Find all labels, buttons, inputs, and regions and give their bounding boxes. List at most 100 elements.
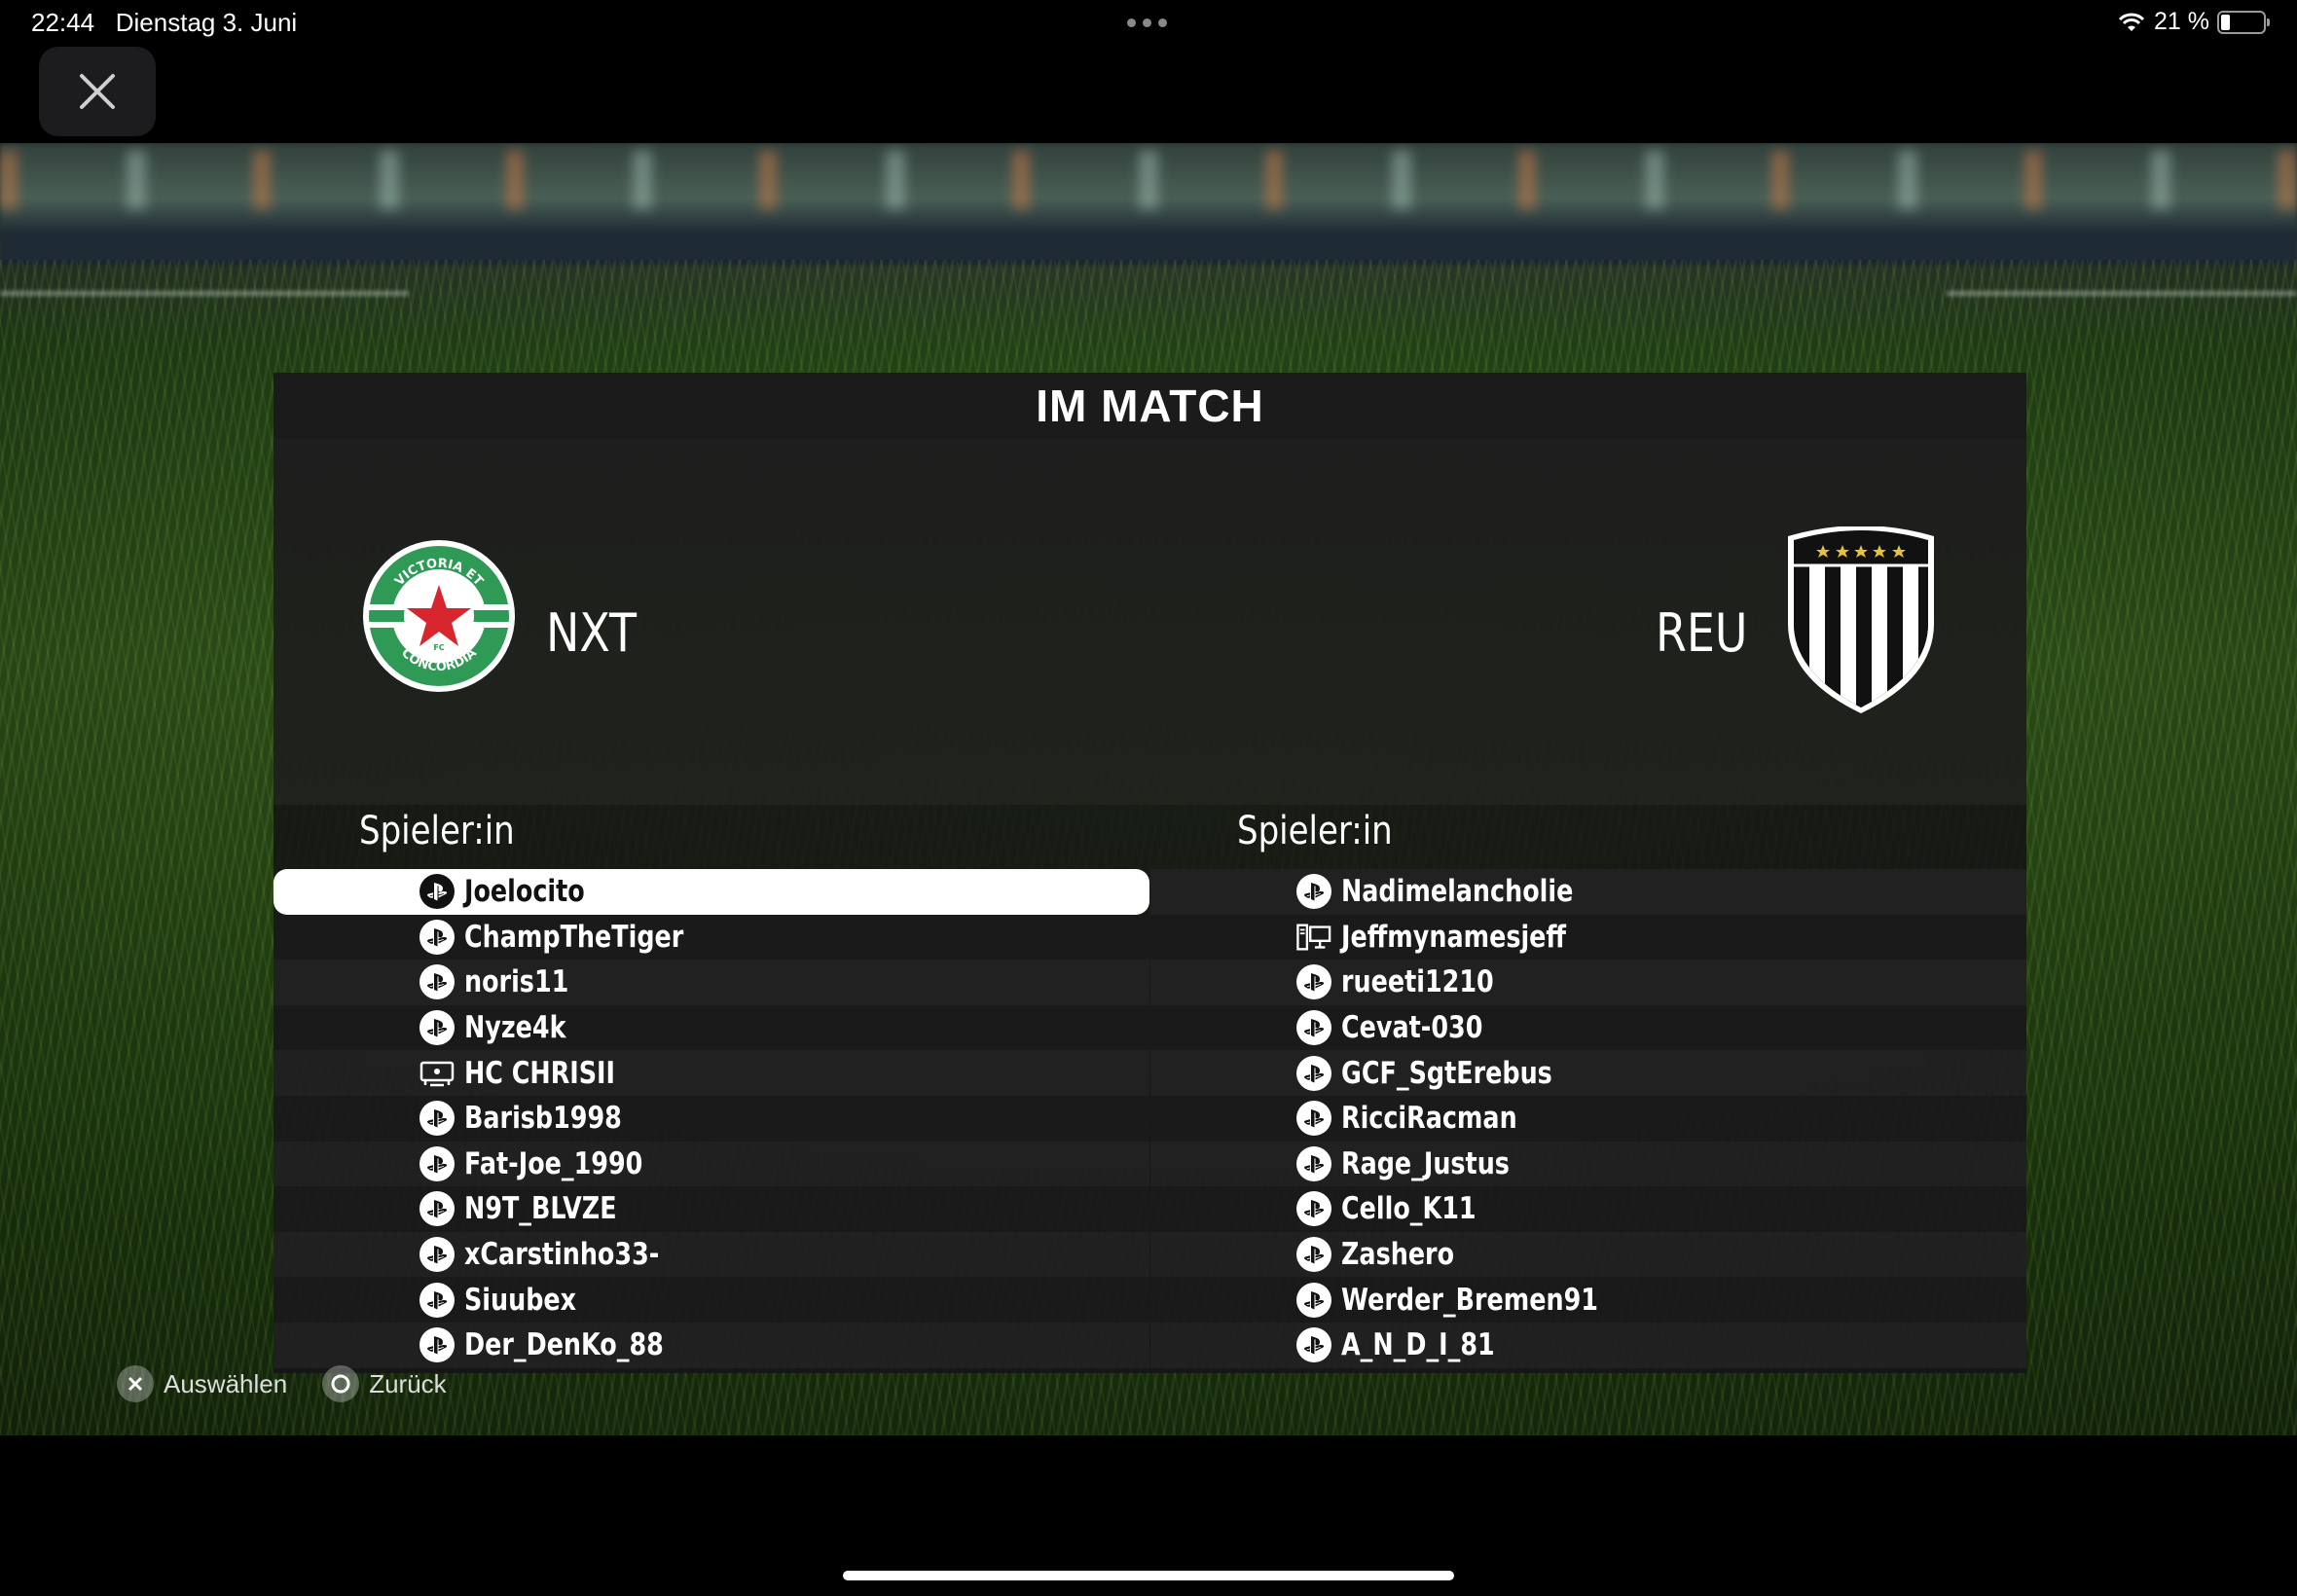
select-hint-label: Auswählen [164,1368,288,1398]
home-player-row[interactable]: xCarstinho33- [273,1231,1149,1278]
playstation-icon [1296,874,1331,910]
away-player-row[interactable]: Nadimelancholie [1150,869,2026,915]
away-player-row[interactable]: Jeffmynamesjeff [1150,914,2026,961]
status-time-date: 22:44 Dienstag 3. Juni [31,8,297,38]
panel-title: IM MATCH [1036,381,1264,431]
teams-header: FC VICTORIA ET CONCORDIA NXT REU [273,439,2026,805]
player-name: ChampTheTiger [464,919,684,955]
away-player-row[interactable]: Cevat-030 [1150,1004,2026,1051]
pc-icon [1296,920,1331,955]
away-team-crest [1788,526,1934,713]
away-column-header: Spieler:in [1237,809,1393,853]
playstation-icon [419,1327,455,1363]
away-player-row[interactable]: RicciRacman [1150,1095,2026,1142]
player-name: HC CHRISII [464,1055,615,1091]
player-name: Jeffmynamesjeff [1341,919,1567,955]
home-column-header: Spieler:in [359,809,515,853]
crowd-background [0,151,2297,209]
status-time: 22:44 [31,8,95,37]
away-player-row[interactable]: A_N_D_I_81 [1150,1322,2026,1368]
select-hint[interactable]: Auswählen [117,1365,287,1402]
home-player-row[interactable]: Nyze4k [273,1004,1149,1051]
home-player-row[interactable]: Der_DenKo_88 [273,1322,1149,1368]
home-player-row[interactable]: HC CHRISII [273,1050,1149,1096]
playstation-icon [1296,1055,1331,1091]
back-hint-label: Zurück [369,1368,447,1398]
home-player-row[interactable]: Joelocito [273,869,1149,915]
playstation-icon [1296,1327,1331,1363]
status-bar: 22:44 Dienstag 3. Juni 21 % [0,0,2297,47]
home-indicator[interactable] [843,1571,1454,1580]
game-screen: IM MATCH FC VICTORIA ET CONCORDIA NXT RE… [0,143,2297,1435]
player-name: Fat-Joe_1990 [464,1145,643,1181]
home-player-row[interactable]: ChampTheTiger [273,914,1149,961]
away-player-row[interactable]: Zashero [1150,1231,2026,1278]
playstation-icon [419,964,455,1000]
playstation-icon [1296,1145,1331,1181]
home-player-row[interactable]: N9T_BLVZE [273,1186,1149,1232]
button-hints: Auswählen Zurück [117,1365,447,1402]
player-name: Nyze4k [464,1010,566,1046]
playstation-icon [1296,1191,1331,1227]
panel-header: IM MATCH [273,373,2026,439]
player-name: Cello_K11 [1341,1191,1477,1227]
playstation-icon [419,874,455,910]
playstation-icon [1296,1282,1331,1318]
home-player-row[interactable]: Barisb1998 [273,1095,1149,1142]
player-name: rueeti1210 [1341,964,1494,1000]
player-name: N9T_BLVZE [464,1191,617,1227]
player-name: Werder_Bremen91 [1341,1282,1598,1318]
home-team-crest: FC VICTORIA ET CONCORDIA [363,540,515,692]
player-name: Cevat-030 [1341,1010,1483,1046]
away-player-row[interactable]: GCF_SgtErebus [1150,1050,2026,1096]
playstation-icon [1296,1101,1331,1137]
status-date: Dienstag 3. Juni [115,8,298,37]
player-name: Rage_Justus [1341,1145,1510,1181]
home-player-row[interactable]: noris11 [273,960,1149,1005]
multitasking-dots-icon[interactable] [1127,18,1167,27]
player-name: Joelocito [464,874,585,910]
away-player-row[interactable]: rueeti1210 [1150,960,2026,1005]
player-name: GCF_SgtErebus [1341,1055,1552,1091]
player-name: RicciRacman [1341,1101,1517,1137]
home-player-row[interactable]: Fat-Joe_1990 [273,1141,1149,1187]
playstation-icon [419,1145,455,1181]
player-name: Siuubex [464,1282,577,1318]
playstation-icon [1296,1237,1331,1273]
away-player-row[interactable]: Cello_K11 [1150,1186,2026,1232]
wifi-icon [2118,13,2145,31]
status-indicators: 21 % [2117,8,2270,36]
away-player-row[interactable]: Werder_Bremen91 [1150,1277,2026,1323]
home-player-list: Joelocito ChampTheTiger noris11 Nyze4k HC CH… [273,869,1149,1368]
playstation-icon [419,1282,455,1318]
playstation-icon [1296,1010,1331,1046]
circle-button-icon [322,1365,360,1402]
playstation-icon [419,919,455,955]
svg-text:FC: FC [433,643,444,652]
match-lobby-panel: IM MATCH FC VICTORIA ET CONCORDIA NXT RE… [273,373,2026,1373]
playstation-icon [419,1237,455,1273]
battery-percent: 21 % [2154,8,2209,35]
back-hint[interactable]: Zurück [322,1365,447,1402]
playstation-icon [419,1101,455,1137]
away-player-list: Nadimelancholie Jeffmynamesjeff rueeti1210… [1150,869,2026,1368]
close-icon [80,74,115,109]
away-player-row[interactable]: Rage_Justus [1150,1141,2026,1187]
home-player-row[interactable]: Siuubex [273,1277,1149,1323]
player-name: xCarstinho33- [464,1237,660,1273]
close-button[interactable] [39,47,156,136]
playstation-icon [419,1010,455,1046]
playstation-icon [419,1191,455,1227]
player-name: Zashero [1341,1237,1455,1273]
player-name: noris11 [464,964,569,1000]
player-name: Nadimelancholie [1341,874,1574,910]
console-icon [419,1056,455,1091]
player-name: A_N_D_I_81 [1341,1327,1495,1363]
player-name: Barisb1998 [464,1101,622,1137]
pitch-line [0,291,409,296]
away-team-abbr: REU [1656,602,1748,664]
playstation-icon [1296,964,1331,1000]
battery-icon [2217,10,2270,34]
cross-button-icon [117,1365,154,1402]
player-name: Der_DenKo_88 [464,1327,664,1363]
